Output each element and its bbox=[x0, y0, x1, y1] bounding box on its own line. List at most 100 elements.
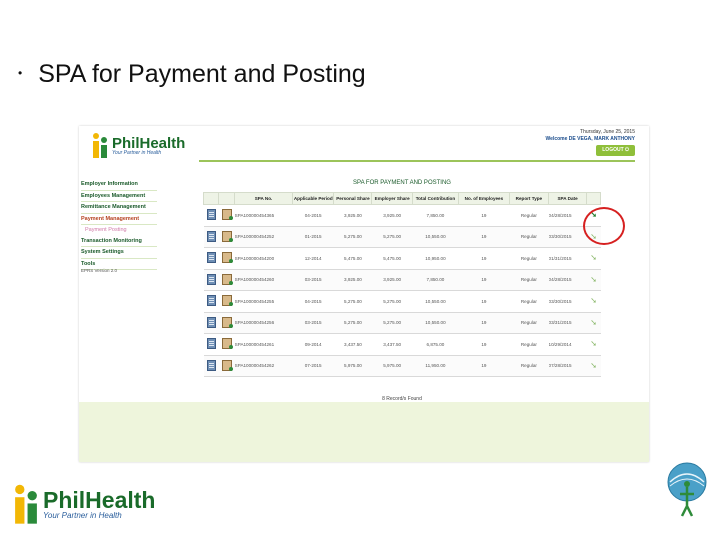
column-header-total-contribution[interactable]: Total Contribution bbox=[411, 192, 460, 205]
table-header-row: SPA No. Applicable Period Personal Share… bbox=[203, 192, 601, 205]
cell-view bbox=[203, 247, 219, 270]
quality-emblem-icon bbox=[660, 460, 714, 532]
cell-applicable-period: 04-2015 bbox=[292, 290, 334, 313]
table-row: SPA100000454256 03-2015 5,275.00 5,275.00 10… bbox=[203, 311, 601, 334]
view-spa-icon[interactable] bbox=[206, 338, 216, 350]
view-spa-icon[interactable] bbox=[206, 316, 216, 328]
payment-icon[interactable] bbox=[221, 338, 233, 350]
payment-icon[interactable] bbox=[221, 252, 233, 264]
view-spa-icon[interactable] bbox=[206, 209, 216, 221]
cell-applicable-period: 01-2015 bbox=[292, 225, 334, 248]
view-spa-icon[interactable] bbox=[206, 252, 216, 264]
logout-label: LOGOUT bbox=[602, 147, 624, 153]
philhealth-logo-icon bbox=[12, 483, 40, 527]
post-payment-icon[interactable]: ➘ bbox=[589, 297, 598, 305]
sidebar-item-employees-management[interactable]: Employees Management bbox=[81, 191, 157, 202]
cell-post: ➘ bbox=[586, 333, 601, 356]
cell-spa-no: SPA100000454260 bbox=[234, 268, 293, 291]
cell-no-of-employees: 19 bbox=[458, 268, 510, 291]
cell-no-of-employees: 19 bbox=[458, 311, 510, 334]
cell-report-type: Regular bbox=[509, 290, 549, 313]
table-row: SPA100000454365 04-2015 3,925.00 3,925.00 7,… bbox=[203, 204, 601, 227]
column-header-no-of-employees[interactable]: No. of Employees bbox=[458, 192, 510, 205]
cell-spa-no: SPA100000454261 bbox=[234, 333, 293, 356]
payment-icon[interactable] bbox=[221, 295, 233, 307]
highlight-circle bbox=[583, 207, 625, 245]
cell-post: ➘ bbox=[586, 290, 601, 313]
content-title: SPA FOR PAYMENT AND POSTING bbox=[353, 180, 451, 186]
logout-button[interactable]: LOGOUT ⏻ bbox=[596, 145, 635, 156]
cell-total-contribution: 10,550.00 bbox=[412, 311, 459, 334]
cell-total-contribution: 11,950.00 bbox=[412, 354, 459, 377]
cell-applicable-period: 03-2015 bbox=[292, 268, 334, 291]
post-payment-icon[interactable]: ➘ bbox=[589, 318, 598, 327]
header-date: Thursday, June 25, 2015 bbox=[580, 129, 635, 135]
view-spa-icon[interactable] bbox=[206, 230, 216, 242]
records-found: 8 Record/s Found bbox=[382, 396, 422, 402]
cell-employer-share: 3,925.00 bbox=[371, 268, 413, 291]
payment-icon[interactable] bbox=[221, 230, 233, 242]
view-spa-icon[interactable] bbox=[206, 273, 216, 285]
cell-pay bbox=[218, 311, 235, 334]
column-header-employer-share[interactable]: Employer Share bbox=[371, 192, 413, 205]
cell-employer-share: 3,925.00 bbox=[371, 204, 413, 227]
cell-post: ➘ bbox=[586, 311, 601, 334]
table-row: SPA100000454200 12-2014 5,475.00 5,475.00 10… bbox=[203, 247, 601, 270]
cell-view bbox=[203, 204, 219, 227]
cell-report-type: Regular bbox=[509, 225, 549, 248]
sidebar-item-payment-management[interactable]: Payment Management bbox=[81, 214, 157, 225]
cell-no-of-employees: 19 bbox=[458, 333, 510, 356]
sidebar-item-payment-posting[interactable]: Payment Posting bbox=[81, 225, 157, 236]
cell-spa-date: 03/30/2015 bbox=[548, 225, 587, 248]
sidebar-item-transaction-monitoring[interactable]: Transaction Monitoring bbox=[81, 236, 157, 247]
view-spa-icon[interactable] bbox=[206, 359, 216, 371]
cell-employer-share: 5,275.00 bbox=[371, 290, 413, 313]
payment-icon[interactable] bbox=[221, 316, 233, 328]
cell-spa-no: SPA100000454200 bbox=[234, 247, 293, 270]
header-welcome: Welcome DE VEGA, MARK ANTHONY bbox=[545, 136, 635, 142]
column-header-pay bbox=[217, 192, 236, 205]
cell-spa-no: SPA100000454365 bbox=[234, 204, 293, 227]
table-row: SPA100000454262 07-2015 5,975.00 5,975.00 11… bbox=[203, 354, 601, 377]
slide-title: • SPA for Payment and Posting bbox=[18, 60, 366, 89]
app-logo: PhilHealth Your Partner in Health bbox=[91, 132, 185, 160]
table-row: SPA100000454252 01-2015 5,275.00 5,275.00 10… bbox=[203, 225, 601, 248]
cell-applicable-period: 04-2015 bbox=[292, 204, 334, 227]
cell-view bbox=[203, 225, 219, 248]
cell-no-of-employees: 19 bbox=[458, 290, 510, 313]
cell-view bbox=[203, 311, 219, 334]
header-user-panel: Thursday, June 25, 2015 Welcome DE VEGA,… bbox=[546, 129, 635, 156]
cell-spa-no: SPA100000454262 bbox=[234, 354, 293, 377]
post-payment-icon[interactable]: ➘ bbox=[589, 275, 598, 284]
column-header-view bbox=[203, 192, 219, 205]
view-spa-icon[interactable] bbox=[206, 295, 216, 307]
cell-view bbox=[203, 268, 219, 291]
post-payment-icon[interactable]: ➘ bbox=[589, 254, 598, 262]
philhealth-logo-icon bbox=[91, 132, 109, 160]
sidebar-item-employer-information[interactable]: Employer Information bbox=[81, 179, 157, 191]
cell-post: ➘ bbox=[586, 354, 601, 377]
cell-applicable-period: 07-2015 bbox=[292, 354, 334, 377]
payment-icon[interactable] bbox=[221, 209, 233, 221]
column-header-report-type[interactable]: Report Type bbox=[508, 192, 550, 205]
cell-report-type: Regular bbox=[509, 311, 549, 334]
post-payment-icon[interactable]: ➘ bbox=[589, 340, 598, 348]
cell-spa-no: SPA100000454255 bbox=[234, 290, 293, 313]
cell-report-type: Regular bbox=[509, 354, 549, 377]
payment-icon[interactable] bbox=[221, 273, 233, 285]
footer-logo: PhilHealth Your Partner in Health bbox=[12, 483, 155, 527]
table-row: SPA100000454261 09-2014 3,437.50 3,437.50 6,… bbox=[203, 333, 601, 356]
column-header-spa-date[interactable]: SPA Date bbox=[548, 192, 588, 205]
cell-post: ➘ bbox=[586, 247, 601, 270]
post-payment-icon[interactable]: ➘ bbox=[589, 361, 598, 370]
cell-report-type: Regular bbox=[509, 268, 549, 291]
cell-no-of-employees: 19 bbox=[458, 354, 510, 377]
sidebar-item-system-settings[interactable]: System Settings bbox=[81, 247, 157, 259]
column-header-applicable-period[interactable]: Applicable Period bbox=[291, 192, 335, 205]
column-header-spa-no[interactable]: SPA No. bbox=[234, 192, 293, 205]
payment-icon[interactable] bbox=[221, 359, 233, 371]
cell-total-contribution: 10,950.00 bbox=[412, 247, 459, 270]
cell-personal-share: 5,475.00 bbox=[333, 247, 372, 270]
sidebar-item-remittance-management[interactable]: Remittance Management bbox=[81, 202, 157, 214]
column-header-personal-share[interactable]: Personal Share bbox=[333, 192, 373, 205]
